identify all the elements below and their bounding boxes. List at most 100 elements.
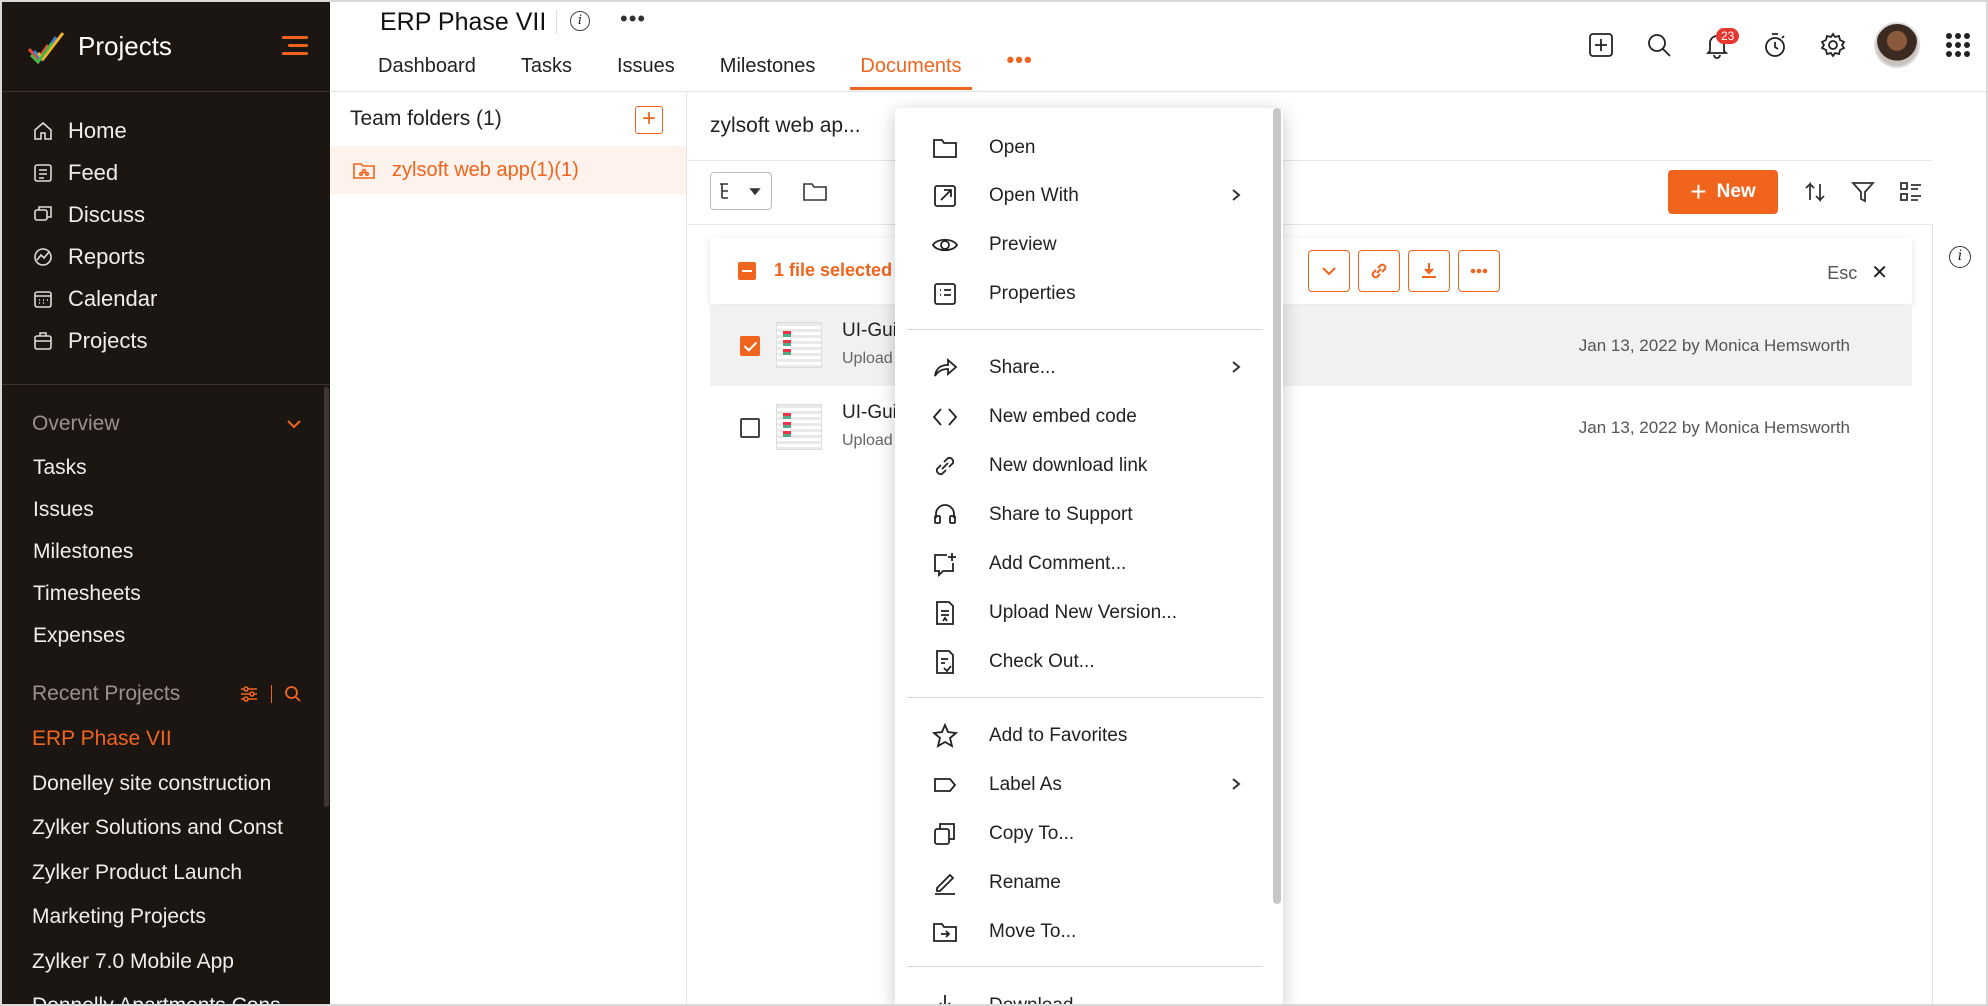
move-folder-icon	[933, 923, 957, 942]
overview-item-tasks[interactable]: Tasks	[2, 447, 330, 489]
recent-project-item[interactable]: Zylker Solutions and Const	[2, 806, 302, 851]
menu-item-properties[interactable]: Properties	[895, 272, 1271, 316]
sidebar-scrollbar[interactable]	[324, 387, 329, 807]
file-name[interactable]: UI-Gui	[842, 320, 897, 342]
menu-item-embed-code[interactable]: New embed code	[895, 395, 1271, 439]
overview-item-milestones[interactable]: Milestones	[2, 531, 330, 573]
filter-settings-icon[interactable]	[239, 685, 259, 703]
list-view-icon[interactable]	[1898, 179, 1924, 210]
overview-item-timesheets[interactable]: Timesheets	[2, 573, 330, 615]
timer-icon[interactable]	[1760, 30, 1790, 60]
menu-scrollbar[interactable]	[1273, 108, 1281, 904]
menu-item-download-link[interactable]: New download link	[895, 444, 1271, 488]
nav-label: Reports	[68, 244, 146, 269]
recent-projects-header: Recent Projects	[2, 671, 330, 717]
properties-icon	[934, 283, 956, 305]
recent-project-item[interactable]: Donnelly Apartments Cons	[2, 984, 302, 1004]
view-toggle-button[interactable]	[710, 172, 772, 210]
info-icon[interactable]: i	[1949, 246, 1971, 268]
plus-icon: +	[1690, 176, 1707, 207]
add-folder-button[interactable]: +	[635, 106, 663, 134]
more-actions-dropdown[interactable]	[1308, 250, 1350, 292]
copy-link-button[interactable]	[1358, 250, 1400, 292]
menu-item-label-as[interactable]: Label As	[895, 763, 1271, 807]
app-grid-icon[interactable]	[1946, 33, 1970, 57]
menu-item-rename[interactable]: Rename	[895, 861, 1271, 905]
new-button[interactable]: + New	[1668, 170, 1778, 214]
row-checkbox[interactable]	[740, 336, 760, 356]
tab-milestones[interactable]: Milestones	[720, 52, 816, 90]
menu-item-check-out[interactable]: Check Out...	[895, 640, 1271, 684]
brand[interactable]: Projects	[2, 2, 330, 92]
recent-project-item[interactable]: Zylker 7.0 Mobile App	[2, 940, 302, 985]
add-icon[interactable]	[1586, 30, 1616, 60]
notification-bell-icon[interactable]: 23	[1702, 28, 1740, 60]
nav-projects[interactable]: Projects	[2, 320, 330, 362]
nav-reports[interactable]: Reports	[2, 236, 330, 278]
menu-separator	[907, 966, 1263, 967]
tree-view-icon	[720, 183, 761, 199]
filter-icon[interactable]	[1850, 179, 1876, 210]
headset-icon	[934, 504, 956, 524]
tab-tasks[interactable]: Tasks	[521, 52, 572, 90]
nav-calendar[interactable]: Calendar	[2, 278, 330, 320]
chevron-down-icon	[1322, 267, 1336, 276]
menu-item-favorites[interactable]: Add to Favorites	[895, 714, 1271, 758]
projects-logo-icon	[27, 31, 65, 64]
menu-item-open-with[interactable]: Open With	[895, 174, 1271, 218]
nav-label: Feed	[68, 160, 119, 185]
download-button[interactable]	[1408, 250, 1450, 292]
nav-home[interactable]: Home	[2, 110, 330, 152]
menu-item-preview[interactable]: Preview	[895, 223, 1271, 267]
overview-item-expenses[interactable]: Expenses	[2, 615, 330, 657]
chevron-down-icon[interactable]	[286, 419, 302, 429]
menu-item-move-to[interactable]: Move To...	[895, 910, 1271, 954]
table-row[interactable]: UI-Gui Upload Jan 13, 2022 by Monica Hem…	[710, 388, 1912, 468]
more-options-button[interactable]	[1458, 250, 1500, 292]
recent-project-item[interactable]: Donelley site construction	[2, 762, 302, 807]
app-name: Projects	[78, 31, 172, 61]
search-icon[interactable]	[284, 685, 302, 703]
menu-separator	[907, 697, 1263, 698]
gear-icon[interactable]	[1818, 30, 1848, 60]
chevron-right-icon	[1229, 185, 1243, 208]
home-icon	[34, 121, 52, 140]
tabs-more-icon[interactable]: •••	[1007, 46, 1033, 84]
file-name[interactable]: UI-Gui	[842, 402, 897, 424]
menu-item-label: Check Out...	[989, 651, 1095, 672]
info-icon[interactable]: i	[570, 11, 590, 31]
table-row[interactable]: UI-Gui Upload Jan 13, 2022 by Monica Hem…	[710, 306, 1912, 386]
sort-icon[interactable]	[1802, 179, 1828, 210]
new-folder-button[interactable]	[802, 180, 828, 207]
clear-selection-button[interactable]: Esc ✕	[1827, 260, 1888, 285]
tab-dashboard[interactable]: Dashboard	[378, 52, 476, 90]
nav-label: Home	[68, 118, 127, 143]
menu-item-add-comment[interactable]: Add Comment...	[895, 542, 1271, 586]
breadcrumb[interactable]: zylsoft web ap...	[710, 114, 861, 138]
nav-feed[interactable]: Feed	[2, 152, 330, 194]
row-checkbox[interactable]	[740, 418, 760, 438]
menu-item-label: Move To...	[989, 921, 1077, 942]
menu-item-label: Add to Favorites	[989, 725, 1128, 746]
menu-item-copy-to[interactable]: Copy To...	[895, 812, 1271, 856]
recent-project-item[interactable]: Zylker Product Launch	[2, 851, 302, 896]
search-icon[interactable]	[1644, 30, 1674, 60]
more-options-icon[interactable]: •••	[620, 6, 646, 32]
tab-issues[interactable]: Issues	[617, 52, 675, 90]
menu-item-share-support[interactable]: Share to Support	[895, 493, 1271, 537]
nav-discuss[interactable]: Discuss	[2, 194, 330, 236]
overview-item-issues[interactable]: Issues	[2, 489, 330, 531]
recent-project-item[interactable]: ERP Phase VII	[2, 717, 302, 762]
menu-item-upload-version[interactable]: Upload New Version...	[895, 591, 1271, 635]
overview-section-header[interactable]: Overview	[2, 401, 330, 447]
download-icon	[1422, 263, 1436, 278]
tab-documents[interactable]: Documents	[850, 52, 972, 90]
recent-project-item[interactable]: Marketing Projects	[2, 895, 302, 940]
menu-item-share[interactable]: Share...	[895, 346, 1271, 390]
folder-item[interactable]: zylsoft web app(1)(1)	[330, 146, 686, 194]
deselect-checkbox[interactable]	[738, 262, 756, 280]
menu-item-open[interactable]: Open	[895, 126, 1271, 170]
menu-item-download[interactable]: Download	[895, 984, 1271, 1004]
avatar[interactable]	[1874, 22, 1920, 68]
hamburger-menu-icon[interactable]	[282, 36, 308, 56]
